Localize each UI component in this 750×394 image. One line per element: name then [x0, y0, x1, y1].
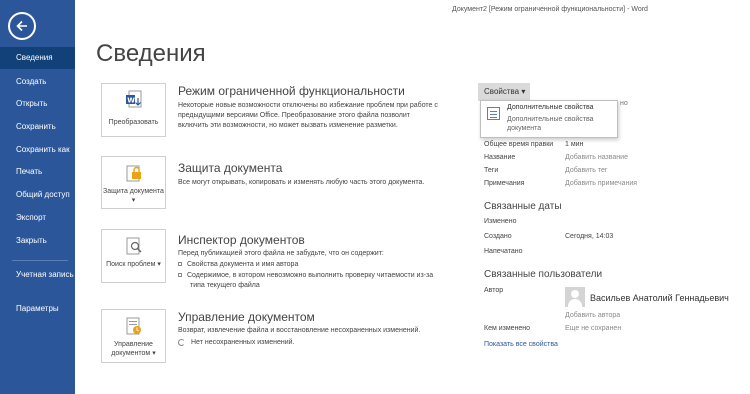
nav-options[interactable]: Параметры: [0, 298, 75, 320]
inspect-bullet-accessibility: Содержимое, в котором невозможно выполни…: [178, 271, 448, 291]
back-arrow-icon[interactable]: [8, 12, 36, 40]
refresh-icon: [178, 338, 185, 346]
date-label-printed: Напечатано: [484, 248, 523, 255]
show-all-properties-link[interactable]: Показать все свойства: [484, 341, 558, 348]
properties-dropdown-button[interactable]: Свойства ▾: [478, 83, 530, 101]
inspect-button-text: Поиск проблем: [106, 261, 156, 268]
manage-button-label: Управление документом ▾: [102, 340, 165, 358]
chevron-down-icon: ▾: [152, 350, 156, 357]
add-title-field[interactable]: Добавить название: [565, 154, 628, 161]
property-label-comments: Примечания: [484, 180, 525, 187]
bullet-icon: [178, 273, 182, 278]
manage-title: Управление документом: [178, 310, 315, 324]
nav-export[interactable]: Экспорт: [0, 207, 75, 229]
inspect-document-icon: [124, 236, 144, 256]
inspect-description: Перед публикацией этого файла не забудьт…: [178, 250, 384, 257]
protect-button-label: Защита документа ▾: [102, 187, 165, 205]
nav-close[interactable]: Закрыть: [0, 230, 75, 252]
add-comments-field[interactable]: Добавить примечания: [565, 180, 637, 187]
inspect-bullet-properties: Свойства документа и имя автора: [178, 260, 298, 270]
word-convert-icon: W: [124, 90, 144, 110]
protect-button-text: Защита документа: [103, 188, 164, 195]
nav-separator: [12, 260, 68, 261]
add-author-field[interactable]: Добавить автора: [565, 312, 620, 319]
author-label: Автор: [484, 287, 504, 294]
page-title: Сведения: [96, 40, 206, 67]
properties-menu[interactable]: Дополнительные свойства Дополнительные с…: [480, 100, 618, 138]
window-title: Документ2 [Режим ограниченной функционал…: [452, 6, 648, 13]
nav-print[interactable]: Печать: [0, 161, 75, 183]
nav-save-as[interactable]: Сохранить как: [0, 139, 75, 161]
property-label-title: Название: [484, 154, 516, 161]
convert-button-label: Преобразовать: [108, 119, 159, 126]
properties-button-text: Свойства: [484, 87, 520, 96]
nav-account[interactable]: Учетная запись: [0, 266, 75, 296]
inspect-title: Инспектор документов: [178, 233, 305, 247]
nav-share[interactable]: Общий доступ: [0, 184, 75, 206]
inspect-button-label: Поиск проблем ▾: [106, 260, 161, 269]
obscured-property-text: но: [620, 100, 628, 107]
date-label-modified: Изменено: [484, 218, 517, 225]
manage-document-button[interactable]: Управление документом ▾: [101, 309, 166, 363]
related-dates-heading: Связанные даты: [484, 201, 562, 212]
protect-description: Все могут открывать, копировать и изменя…: [178, 179, 425, 186]
author-name: Васильев Анатолий Геннадьевич: [590, 293, 729, 303]
related-people-heading: Связанные пользователи: [484, 269, 603, 280]
convert-button[interactable]: W Преобразовать: [101, 83, 166, 137]
date-value-created: Сегодня, 14:03: [565, 233, 614, 240]
compat-title: Режим ограниченной функциональности: [178, 84, 405, 98]
nav-open[interactable]: Открыть: [0, 93, 75, 115]
nav-new[interactable]: Создать: [0, 71, 75, 93]
modified-by-label: Кем изменено: [484, 325, 531, 332]
date-label-created: Создано: [484, 233, 512, 240]
lock-key-icon: [124, 163, 144, 183]
bullet-icon: [178, 262, 182, 267]
properties-list-icon: [487, 107, 500, 120]
property-label-tags: Теги: [484, 167, 499, 174]
compat-description: Некоторые новые возможности отключены во…: [178, 102, 438, 129]
property-label-edit-time: Общее время правки: [484, 141, 554, 148]
nav-save[interactable]: Сохранить: [0, 116, 75, 138]
avatar: [565, 287, 585, 307]
chevron-down-icon: ▾: [157, 261, 161, 268]
backstage-sidebar: Сведения Создать Открыть Сохранить Сохра…: [0, 0, 75, 394]
manage-button-text: Управление документом: [111, 341, 153, 357]
manage-description: Возврат, извлечение файла и восстановлен…: [178, 327, 421, 334]
manage-status: Нет несохраненных изменений.: [178, 338, 295, 348]
bullet-text: Содержимое, в котором невозможно выполни…: [187, 272, 434, 289]
chevron-down-icon: ▾: [131, 197, 136, 204]
bullet-text: Свойства документа и имя автора: [187, 261, 299, 268]
property-value-edit-time: 1 мин: [565, 141, 584, 148]
manage-status-text: Нет несохраненных изменений.: [191, 339, 295, 346]
svg-text:W: W: [127, 96, 135, 104]
modified-by-value: Еще не сохранен: [565, 325, 622, 332]
protect-title: Защита документа: [178, 161, 283, 175]
advanced-properties-description: Дополнительные свойства документа: [507, 116, 594, 132]
advanced-properties-item[interactable]: Дополнительные свойства: [507, 104, 594, 111]
nav-info[interactable]: Сведения: [0, 47, 75, 69]
manage-document-icon: [124, 316, 144, 336]
protect-document-button[interactable]: Защита документа ▾: [101, 156, 166, 209]
chevron-down-icon: ▾: [521, 87, 526, 96]
check-for-issues-button[interactable]: Поиск проблем ▾: [101, 229, 166, 283]
add-tag-field[interactable]: Добавить тег: [565, 167, 607, 174]
